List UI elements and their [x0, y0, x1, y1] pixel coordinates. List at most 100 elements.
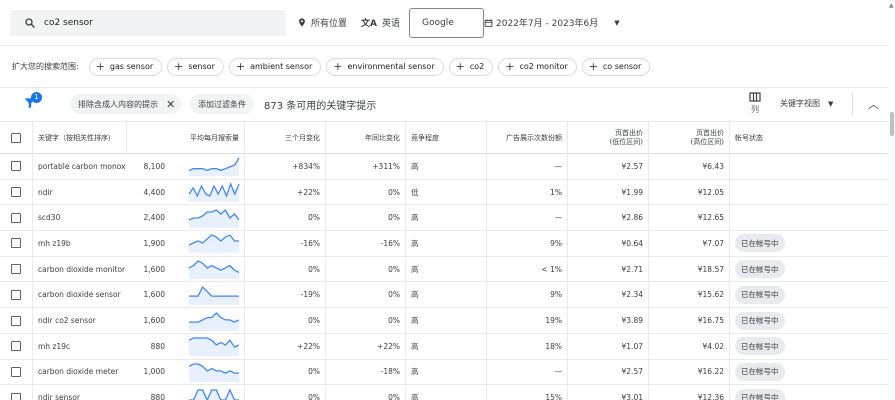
- cell-bid-high: ¥16.22: [648, 359, 729, 385]
- account-status-cell: 已在帐号中: [729, 385, 888, 400]
- table-header: 关键字（按相关性排序） 平均每月搜索量 三个月变化 年同比变化 竞争程度 广告展…: [0, 122, 888, 154]
- broaden-chip[interactable]: + co2 monitor: [498, 57, 577, 76]
- account-status-chip: 已在帐号中: [735, 362, 785, 381]
- table-row[interactable]: scd30 2,400 0% 0% 高 — ¥2.86 ¥12.65: [0, 205, 888, 232]
- add-filter-button[interactable]: 添加过滤条件: [190, 94, 254, 114]
- cell-bid-low: ¥0.64: [567, 231, 648, 256]
- row-checkbox[interactable]: [11, 212, 21, 223]
- date-range-selector[interactable]: 2022年7月 - 2023年6月 ▼: [484, 16, 620, 29]
- scrollbar-thumb[interactable]: [890, 112, 894, 136]
- top-bar: co2 sensor 所有位置 文A 英语 Google 2022年7月 - 2…: [0, 0, 895, 46]
- cell-competition: 高: [405, 385, 486, 400]
- search-query[interactable]: co2 sensor: [44, 18, 93, 28]
- select-all-checkbox[interactable]: [11, 133, 21, 143]
- divider: [852, 93, 853, 115]
- location-selector[interactable]: 所有位置: [297, 16, 347, 29]
- table-row[interactable]: ndir 4,400 +22% 0% 低 1% ¥1.99 ¥12.05: [0, 179, 888, 206]
- row-checkbox[interactable]: [11, 366, 21, 377]
- plus-icon: +: [95, 60, 105, 73]
- cell-bid-low: ¥1.07: [567, 333, 648, 359]
- header-three-month[interactable]: 三个月变化: [244, 122, 325, 154]
- cell-keyword[interactable]: carbon dioxide meter: [32, 359, 126, 385]
- cell-impr: 9%: [486, 231, 567, 256]
- keyword-view-dropdown[interactable]: 关键字视图 ▼: [780, 98, 833, 109]
- trend-sparkline-cell: [186, 308, 244, 333]
- header-competition[interactable]: 竞争程度: [405, 122, 486, 154]
- cell-competition: 高: [405, 231, 486, 256]
- row-checkbox[interactable]: [11, 161, 21, 172]
- columns-button[interactable]: 列: [745, 92, 765, 115]
- row-checkbox[interactable]: [11, 315, 21, 326]
- scroll-up-arrow-icon[interactable]: ▲: [889, 2, 894, 9]
- row-checkbox[interactable]: [11, 392, 21, 400]
- cell-avg: 880: [150, 341, 165, 351]
- header-keyword[interactable]: 关键字（按相关性排序）: [32, 122, 126, 154]
- cell-bid-low: ¥2.57: [567, 154, 648, 179]
- cell-keyword[interactable]: carbon dioxide sensor: [32, 282, 126, 308]
- close-icon[interactable]: ✕: [166, 98, 175, 111]
- account-status-chip: 已在帐号中: [735, 311, 785, 330]
- row-checkbox[interactable]: [11, 187, 21, 198]
- header-avg-searches[interactable]: 平均每月搜索量: [126, 122, 244, 154]
- trend-sparkline: [189, 311, 240, 331]
- cell-yoy: 0%: [325, 205, 405, 231]
- trend-sparkline: [188, 363, 239, 382]
- cell-keyword[interactable]: portable carbon monox...: [32, 154, 126, 179]
- keyword-count: 873 条可用的关键字提示: [264, 101, 377, 112]
- table-row[interactable]: mh z19c 880 +22% +22% 高 18% ¥1.07 ¥4.02 已在帐号中: [0, 333, 888, 360]
- row-checkbox[interactable]: [11, 341, 21, 352]
- broaden-chip[interactable]: + sensor: [167, 57, 224, 76]
- table-row[interactable]: portable carbon monox... 8,100 +834% +311% 高…: [0, 154, 888, 180]
- sparkline-area: [189, 338, 239, 357]
- header-bid-low[interactable]: 页首出价 (低位区间): [567, 122, 648, 154]
- scrollbar-track[interactable]: [888, 122, 895, 400]
- row-checkbox[interactable]: [11, 264, 21, 275]
- cell-keyword[interactable]: mh z19c: [32, 333, 126, 359]
- table-row[interactable]: carbon dioxide monitor 1,600 0% 0% 高 < 1% ¥2.7…: [0, 256, 888, 283]
- cell-keyword[interactable]: ndir sensor: [32, 385, 126, 400]
- cell-bid-low: ¥2.57: [567, 359, 648, 385]
- trend-sparkline-cell: [186, 154, 244, 179]
- broaden-chip[interactable]: + co sensor: [581, 57, 651, 76]
- chip-label: sensor: [188, 62, 215, 71]
- header-bid-high[interactable]: 页首出价 (高位区间): [648, 122, 729, 154]
- sparkline-area: [189, 209, 239, 228]
- account-status-cell: 已在帐号中: [729, 256, 888, 282]
- broaden-chip[interactable]: + co2: [448, 57, 494, 76]
- table-row[interactable]: ndir sensor 880 0% 0% 高 15% ¥3.01 ¥12.36 已在帐号中: [0, 385, 888, 400]
- table-row[interactable]: carbon dioxide sensor 1,600 -19% 0% 高 9% ¥2.34…: [0, 282, 888, 309]
- row-checkbox[interactable]: [11, 289, 21, 300]
- row-checkbox[interactable]: [11, 238, 21, 249]
- plus-icon: +: [333, 60, 343, 73]
- trend-sparkline: [189, 285, 239, 305]
- cell-keyword[interactable]: ndir co2 sensor: [32, 308, 126, 333]
- plus-icon: +: [588, 60, 598, 73]
- cell-three-month: +834%: [244, 154, 325, 179]
- header-impression-share[interactable]: 广告展示次数份额: [486, 122, 567, 154]
- trend-sparkline: [188, 157, 240, 177]
- header-yoy[interactable]: 年同比变化: [325, 122, 405, 154]
- cell-keyword[interactable]: scd30: [32, 205, 126, 231]
- trend-sparkline-cell: [186, 180, 244, 205]
- language-selector[interactable]: 文A 英语: [361, 16, 400, 29]
- table-row[interactable]: ndir co2 sensor 1,600 0% 0% 高 19% ¥3.89 ¥16.75 已…: [0, 308, 888, 334]
- cell-keyword[interactable]: mh z19b: [32, 231, 126, 256]
- broaden-chip[interactable]: + environmental sensor: [326, 57, 444, 76]
- header-bid-low-line2: (低位区间): [609, 138, 643, 146]
- cell-keyword[interactable]: carbon dioxide monitor: [32, 256, 126, 282]
- cell-three-month: +22%: [244, 179, 325, 205]
- plus-icon: +: [174, 60, 184, 73]
- row-select-cell: [0, 154, 32, 179]
- table-row[interactable]: mh z19b 1,900 -16% -16% 高 9% ¥0.64 ¥7.07 已在帐号中: [0, 231, 888, 257]
- network-selector[interactable]: Google: [409, 8, 484, 38]
- row-select-cell: [0, 360, 32, 385]
- broaden-chip[interactable]: + ambient sensor: [228, 57, 322, 76]
- cell-bid-high: ¥12.65: [648, 205, 729, 231]
- sparkline-area: [189, 389, 239, 400]
- search-box[interactable]: co2 sensor: [10, 10, 286, 36]
- table-row[interactable]: carbon dioxide meter 1,000 0% -18% 高 — ¥2.57 ¥1…: [0, 359, 888, 386]
- adult-filter-chip[interactable]: 排除含成人内容的提示 ✕: [70, 94, 182, 114]
- chevron-up-icon[interactable]: ︿: [868, 96, 879, 112]
- broaden-chip[interactable]: + gas sensor: [88, 57, 163, 76]
- cell-keyword[interactable]: ndir: [32, 179, 126, 205]
